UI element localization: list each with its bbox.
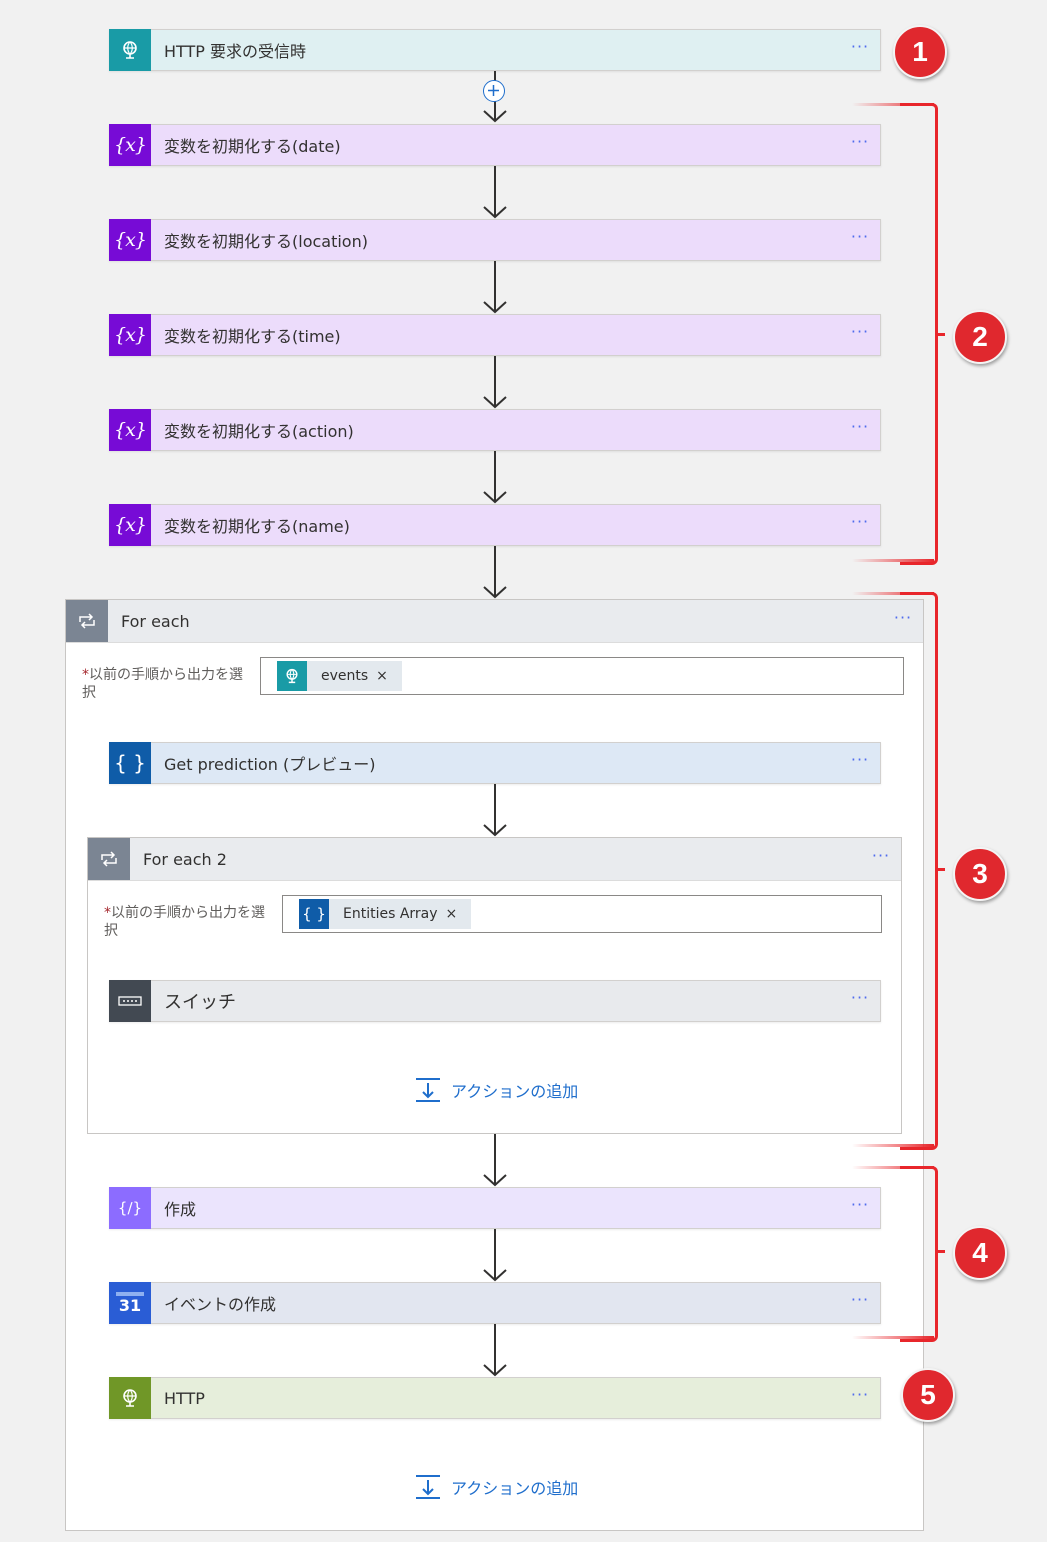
- more-options-icon[interactable]: ···: [840, 1292, 880, 1311]
- create-event-card[interactable]: 31 イベントの作成 ···: [109, 1282, 881, 1324]
- more-options-icon[interactable]: ···: [840, 134, 880, 153]
- init-variable-location-card[interactable]: {x} 変数を初期化する(location) ···: [109, 219, 881, 261]
- annotation-badge-4: 4: [953, 1226, 1007, 1280]
- http-label: HTTP: [164, 1388, 205, 1408]
- annotation-bracket: [900, 1166, 938, 1342]
- more-options-icon[interactable]: ···: [840, 752, 880, 771]
- switch-card[interactable]: スイッチ ···: [109, 980, 881, 1022]
- connector-arrow: [480, 166, 510, 219]
- add-action-button[interactable]: アクションの追加: [415, 1077, 578, 1103]
- get-prediction-card[interactable]: { } Get prediction (プレビュー) ···: [109, 742, 881, 784]
- more-options-icon[interactable]: ···: [840, 990, 880, 1009]
- remove-token-icon[interactable]: ×: [446, 906, 458, 922]
- variable-label: 変数を初期化する(name): [164, 517, 350, 536]
- variable-icon: {x}: [109, 219, 151, 261]
- more-options-icon[interactable]: ···: [840, 1197, 880, 1216]
- globe-icon: [277, 661, 307, 691]
- connector-arrow: [480, 1324, 510, 1377]
- more-options-icon[interactable]: ···: [840, 324, 880, 343]
- globe-icon: [109, 1377, 151, 1419]
- select-output-input[interactable]: events ×: [260, 657, 904, 695]
- variable-icon: {x}: [109, 124, 151, 166]
- select-output-label: *以前の手順から出力を選択: [82, 667, 243, 701]
- annotation-tick: [937, 1250, 945, 1253]
- connector-arrow: [480, 356, 510, 409]
- connector-arrow: [480, 784, 510, 837]
- more-options-icon[interactable]: ···: [840, 1387, 880, 1406]
- annotation-badge-2: 2: [953, 310, 1007, 364]
- entities-array-token: { } Entities Array ×: [299, 899, 472, 929]
- annotation-bracket-edge: [852, 1144, 934, 1147]
- trigger-label: HTTP 要求の受信時: [164, 42, 307, 61]
- init-variable-time-card[interactable]: {x} 変数を初期化する(time) ···: [109, 314, 881, 356]
- variable-label: 変数を初期化する(action): [164, 422, 354, 441]
- variable-icon: {x}: [109, 409, 151, 451]
- annotation-bracket-edge: [852, 1336, 934, 1339]
- init-variable-action-card[interactable]: {x} 変数を初期化する(action) ···: [109, 409, 881, 451]
- for-each-title: For each: [121, 611, 190, 631]
- variable-icon: {x}: [109, 314, 151, 356]
- add-action-icon: [415, 1077, 441, 1103]
- create-event-label: イベントの作成: [164, 1295, 277, 1314]
- annotation-badge-3: 3: [953, 847, 1007, 901]
- more-options-icon[interactable]: ···: [840, 229, 880, 248]
- for-each-header[interactable]: For each ···: [66, 600, 923, 643]
- braces-icon: { }: [299, 899, 329, 929]
- init-variable-name-card[interactable]: {x} 変数を初期化する(name) ···: [109, 504, 881, 546]
- more-options-icon[interactable]: ···: [861, 848, 901, 867]
- add-action-icon: [415, 1474, 441, 1500]
- switch-label: スイッチ: [164, 992, 236, 1013]
- annotation-badge-5: 5: [901, 1368, 955, 1422]
- annotation-tick: [937, 868, 945, 871]
- loop-icon: [88, 838, 130, 880]
- connector-arrow: [480, 1134, 510, 1187]
- connector-arrow: [480, 261, 510, 314]
- select-output-label: *以前の手順から出力を選択: [104, 905, 265, 939]
- for-each-2-title: For each 2: [143, 849, 227, 869]
- compose-card[interactable]: {∕} 作成 ···: [109, 1187, 881, 1229]
- variable-label: 変数を初期化する(location): [164, 232, 368, 251]
- annotation-tick: [937, 333, 945, 336]
- more-options-icon[interactable]: ···: [840, 39, 880, 58]
- token-label: events: [321, 668, 369, 684]
- connector-arrow: [480, 451, 510, 504]
- add-action-button[interactable]: アクションの追加: [415, 1474, 578, 1500]
- variable-label: 変数を初期化する(date): [164, 137, 341, 156]
- variable-label: 変数を初期化する(time): [164, 327, 341, 346]
- connector-arrow: [480, 1229, 510, 1282]
- calendar-icon: 31: [109, 1282, 151, 1324]
- compose-label: 作成: [164, 1200, 197, 1219]
- globe-icon: [109, 29, 151, 71]
- http-action-card[interactable]: HTTP ···: [109, 1377, 881, 1419]
- annotation-badge-1: 1: [893, 25, 947, 79]
- select-output-input[interactable]: { } Entities Array ×: [282, 895, 882, 933]
- annotation-bracket-edge: [852, 559, 934, 562]
- connector-arrow: [480, 546, 510, 599]
- annotation-bracket: [900, 592, 938, 1150]
- for-each-2-header[interactable]: For each 2 ···: [88, 838, 901, 881]
- prediction-label: Get prediction (プレビュー): [164, 755, 376, 774]
- braces-icon: { }: [109, 742, 151, 784]
- events-token: events ×: [277, 661, 402, 691]
- switch-icon: [109, 980, 151, 1022]
- variable-icon: {x}: [109, 504, 151, 546]
- compose-icon: {∕}: [109, 1187, 151, 1229]
- insert-step-plus-icon[interactable]: [483, 80, 505, 102]
- token-label: Entities Array: [343, 906, 438, 922]
- more-options-icon[interactable]: ···: [840, 514, 880, 533]
- annotation-bracket: [900, 103, 938, 565]
- more-options-icon[interactable]: ···: [840, 419, 880, 438]
- add-action-label: アクションの追加: [451, 1082, 579, 1101]
- loop-icon: [66, 600, 108, 642]
- http-request-trigger-card[interactable]: HTTP 要求の受信時 ···: [109, 29, 881, 71]
- remove-token-icon[interactable]: ×: [376, 668, 388, 684]
- init-variable-date-card[interactable]: {x} 変数を初期化する(date) ···: [109, 124, 881, 166]
- add-action-label: アクションの追加: [451, 1479, 579, 1498]
